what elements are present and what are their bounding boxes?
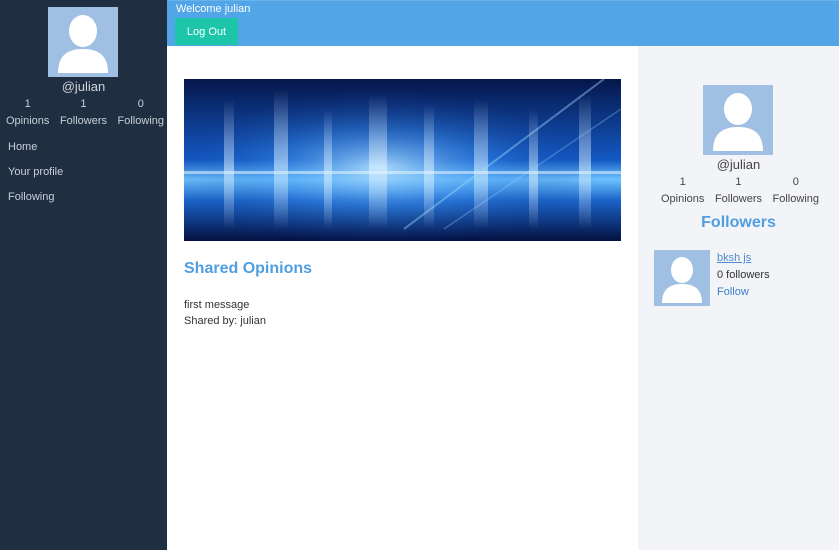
avatar[interactable] (703, 85, 773, 155)
stat-value: 1 (24, 98, 31, 110)
stat-label: Opinions (6, 115, 50, 127)
stat-label: Followers (714, 193, 763, 205)
user-stats: 1 Opinions 1 Followers 0 Following (661, 174, 819, 208)
stat-opinions: 1 Opinions (661, 174, 704, 208)
logout-button[interactable]: Log Out (175, 18, 238, 45)
user-handle: @julian (716, 157, 761, 172)
opinion-shared-by: Shared by: julian (184, 315, 266, 327)
follower-count: 0 followers (717, 269, 770, 281)
stat-followers: 1 Followers (715, 174, 762, 208)
user-silhouette-icon (703, 85, 773, 155)
stat-following: 0 Following (773, 174, 819, 208)
section-title-shared-opinions: Shared Opinions (184, 260, 313, 277)
avatar[interactable] (654, 250, 710, 306)
stat-following: 0 Following (118, 96, 164, 130)
follower-info: bksh js 0 followers Follow (717, 250, 770, 301)
sidebar-item-home[interactable]: Home (8, 139, 63, 164)
follow-button[interactable]: Follow (717, 284, 770, 301)
main-content: Shared Opinions first message Shared by:… (167, 46, 638, 550)
follower-card: bksh js 0 followers Follow (654, 250, 834, 306)
stat-value: 1 (679, 176, 686, 188)
welcome-text: Welcome julian (176, 3, 251, 15)
stat-opinions: 1 Opinions (6, 96, 49, 130)
stat-value: 1 (80, 98, 87, 110)
stat-value: 0 (792, 176, 799, 188)
sidebar-item-following[interactable]: Following (8, 189, 63, 214)
stat-value: 1 (735, 176, 742, 188)
opinion-text: first message (184, 299, 250, 311)
user-silhouette-icon (48, 7, 118, 77)
user-handle[interactable]: @julian (0, 79, 167, 94)
profile-panel: @julian 1 Opinions 1 Followers 0 Followi… (638, 46, 839, 550)
stat-label: Opinions (661, 193, 705, 205)
user-stats: 1 Opinions 1 Followers 0 Following (6, 96, 164, 130)
stat-value: 0 (137, 98, 144, 110)
banner-image (184, 79, 621, 241)
stat-followers: 1 Followers (60, 96, 107, 130)
opinion-item: first message Shared by: julian (184, 297, 266, 329)
user-silhouette-icon (654, 250, 710, 306)
sidebar: @julian 1 Opinions 1 Followers 0 Followi… (0, 0, 167, 550)
avatar[interactable] (48, 7, 118, 77)
stat-label: Following (772, 193, 819, 205)
sidebar-nav: Home Your profile Following (8, 139, 63, 214)
stat-label: Following (117, 115, 164, 127)
follower-name-link[interactable]: bksh js (717, 250, 770, 267)
sidebar-item-your-profile[interactable]: Your profile (8, 164, 63, 189)
followers-title: Followers (701, 214, 776, 231)
stat-label: Followers (59, 115, 108, 127)
header: Welcome julian Log Out (167, 0, 839, 46)
